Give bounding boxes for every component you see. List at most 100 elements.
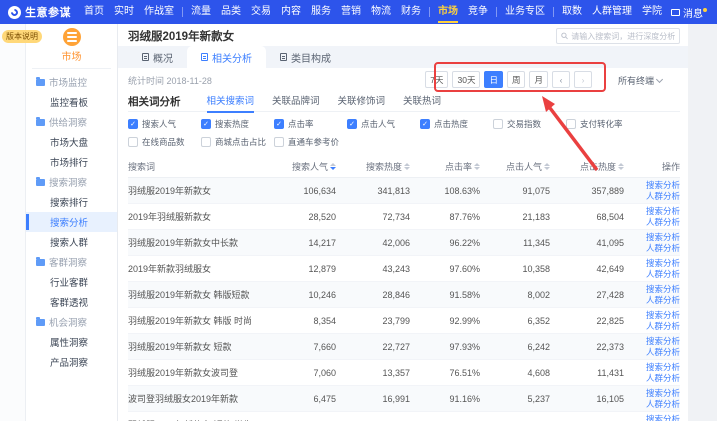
metric-row2-2[interactable]: 直通车参考价 (274, 136, 347, 148)
value-cell-search_pop: 10,246 (268, 290, 336, 300)
action-link-0[interactable]: 搜索分析 (646, 414, 680, 421)
sidebar-item-1[interactable]: 监控看板 (26, 92, 117, 112)
sidebar-item-13[interactable]: 属性洞察 (26, 332, 117, 352)
nav-item-7[interactable]: 内容 (276, 0, 306, 24)
checkbox-checked[interactable]: ✓ (347, 119, 357, 129)
metric-row1-2[interactable]: ✓点击率 (274, 118, 347, 130)
action-link-0[interactable]: 搜索分析 (646, 362, 680, 373)
sycm-logo-icon (8, 6, 21, 19)
checkbox-unchecked[interactable] (566, 119, 576, 129)
version-notes-tag[interactable]: 版本说明 (2, 30, 42, 43)
metric-row1-4[interactable]: ✓点击热度 (420, 118, 493, 130)
nav-item-18[interactable]: 取数 (557, 0, 587, 24)
unit-button-1[interactable]: 周 (507, 71, 526, 88)
nav-item-9[interactable]: 营销 (336, 0, 366, 24)
column-header-2[interactable]: 搜索热度 (336, 160, 410, 173)
action-link-0[interactable]: 搜索分析 (646, 180, 680, 191)
sidebar-item-3[interactable]: 市场大盘 (26, 132, 117, 152)
nav-item-8[interactable]: 服务 (306, 0, 336, 24)
action-link-1[interactable]: 人群分析 (646, 217, 680, 228)
action-link-1[interactable]: 人群分析 (646, 321, 680, 332)
sidebar-item-7[interactable]: 搜索分析 (26, 212, 117, 232)
value-cell-search_pop: 28,520 (268, 212, 336, 222)
checkbox-checked[interactable]: ✓ (274, 119, 284, 129)
action-link-0[interactable]: 搜索分析 (646, 258, 680, 269)
nav-item-19[interactable]: 人群管理 (587, 0, 637, 24)
metric-row2-0[interactable]: 在线商品数 (128, 136, 201, 148)
sidebar-item-0[interactable]: 市场监控 (26, 72, 117, 92)
action-link-1[interactable]: 人群分析 (646, 295, 680, 306)
checkbox-unchecked[interactable] (274, 137, 284, 147)
metric-row1-0[interactable]: ✓搜索人气 (128, 118, 201, 130)
unit-button-2[interactable]: 月 (529, 71, 548, 88)
action-link-1[interactable]: 人群分析 (646, 399, 680, 410)
value-cell-ctr: 76.51% (410, 368, 480, 378)
nav-item-6[interactable]: 交易 (246, 0, 276, 24)
column-header-5[interactable]: 点击热度 (550, 160, 624, 173)
metric-row1-1[interactable]: ✓搜索热度 (201, 118, 274, 130)
action-link-1[interactable]: 人群分析 (646, 191, 680, 202)
nav-item-16[interactable]: 业务专区 (500, 0, 550, 24)
keyword-search-box[interactable] (556, 28, 680, 44)
action-link-0[interactable]: 搜索分析 (646, 206, 680, 217)
checkbox-checked[interactable]: ✓ (420, 119, 430, 129)
action-link-0[interactable]: 搜索分析 (646, 284, 680, 295)
action-link-1[interactable]: 人群分析 (646, 347, 680, 358)
sidebar-item-2[interactable]: 供给洞察 (26, 112, 117, 132)
column-header-3[interactable]: 点击率 (410, 160, 480, 173)
checkbox-checked[interactable]: ✓ (128, 119, 138, 129)
sidebar-item-8[interactable]: 搜索人群 (26, 232, 117, 252)
nav-item-11[interactable]: 财务 (396, 0, 426, 24)
sidebar-item-11[interactable]: 客群透视 (26, 292, 117, 312)
nav-item-0[interactable]: 首页 (79, 0, 109, 24)
metric-row1-6[interactable]: 支付转化率 (566, 118, 639, 130)
nav-item-14[interactable]: 竞争 (463, 0, 493, 24)
nav-item-10[interactable]: 物流 (366, 0, 396, 24)
messages-button[interactable]: 消息 (667, 5, 709, 20)
range-button-1[interactable]: 30天 (452, 71, 480, 88)
nav-item-4[interactable]: 流量 (186, 0, 216, 24)
checkbox-unchecked[interactable] (201, 137, 211, 147)
sidebar-item-10[interactable]: 行业客群 (26, 272, 117, 292)
sub-tab-0[interactable]: 相关搜索词 (207, 92, 255, 112)
metric-row2-1[interactable]: 商城点击占比 (201, 136, 274, 148)
sidebar-item-5[interactable]: 搜索洞察 (26, 172, 117, 192)
unit-button-0[interactable]: 日 (484, 71, 503, 88)
checkbox-checked[interactable]: ✓ (201, 119, 211, 129)
nav-item-20[interactable]: 学院 (637, 0, 667, 24)
checkbox-unchecked[interactable] (493, 119, 503, 129)
action-link-1[interactable]: 人群分析 (646, 373, 680, 384)
action-link-1[interactable]: 人群分析 (646, 269, 680, 280)
nav-item-2[interactable]: 作战室 (139, 0, 179, 24)
sidebar-category[interactable]: 市场 (26, 24, 117, 63)
next-period-button[interactable]: › (574, 71, 592, 88)
search-input[interactable] (571, 32, 675, 41)
action-link-0[interactable]: 搜索分析 (646, 310, 680, 321)
sub-tab-3[interactable]: 关联热词 (403, 92, 441, 112)
action-link-0[interactable]: 搜索分析 (646, 388, 680, 399)
sidebar-item-4[interactable]: 市场排行 (26, 152, 117, 172)
column-header-4[interactable]: 点击人气 (480, 160, 550, 173)
sidebar-item-12[interactable]: 机会洞察 (26, 312, 117, 332)
terminal-dropdown[interactable]: 所有终端 (618, 74, 662, 87)
nav-item-13[interactable]: 市场 (433, 0, 463, 24)
action-link-0[interactable]: 搜索分析 (646, 232, 680, 243)
range-button-0[interactable]: 7天 (425, 71, 448, 88)
column-header-1[interactable]: 搜索人气 (268, 160, 336, 173)
checkbox-unchecked[interactable] (128, 137, 138, 147)
tab-2[interactable]: 类目构成 (266, 46, 345, 68)
tab-0[interactable]: 概况 (128, 46, 187, 68)
action-link-1[interactable]: 人群分析 (646, 243, 680, 254)
metric-row1-5[interactable]: 交易指数 (493, 118, 566, 130)
sub-tab-2[interactable]: 关联修饰词 (338, 92, 386, 112)
tab-1[interactable]: 相关分析 (187, 46, 266, 68)
prev-period-button[interactable]: ‹ (552, 71, 570, 88)
nav-item-5[interactable]: 品类 (216, 0, 246, 24)
metric-row1-3[interactable]: ✓点击人气 (347, 118, 420, 130)
sidebar-item-6[interactable]: 搜索排行 (26, 192, 117, 212)
sidebar-item-14[interactable]: 产品洞察 (26, 352, 117, 372)
action-link-0[interactable]: 搜索分析 (646, 336, 680, 347)
nav-item-1[interactable]: 实时 (109, 0, 139, 24)
sub-tab-1[interactable]: 关联品牌词 (272, 92, 320, 112)
sidebar-item-9[interactable]: 客群洞察 (26, 252, 117, 272)
